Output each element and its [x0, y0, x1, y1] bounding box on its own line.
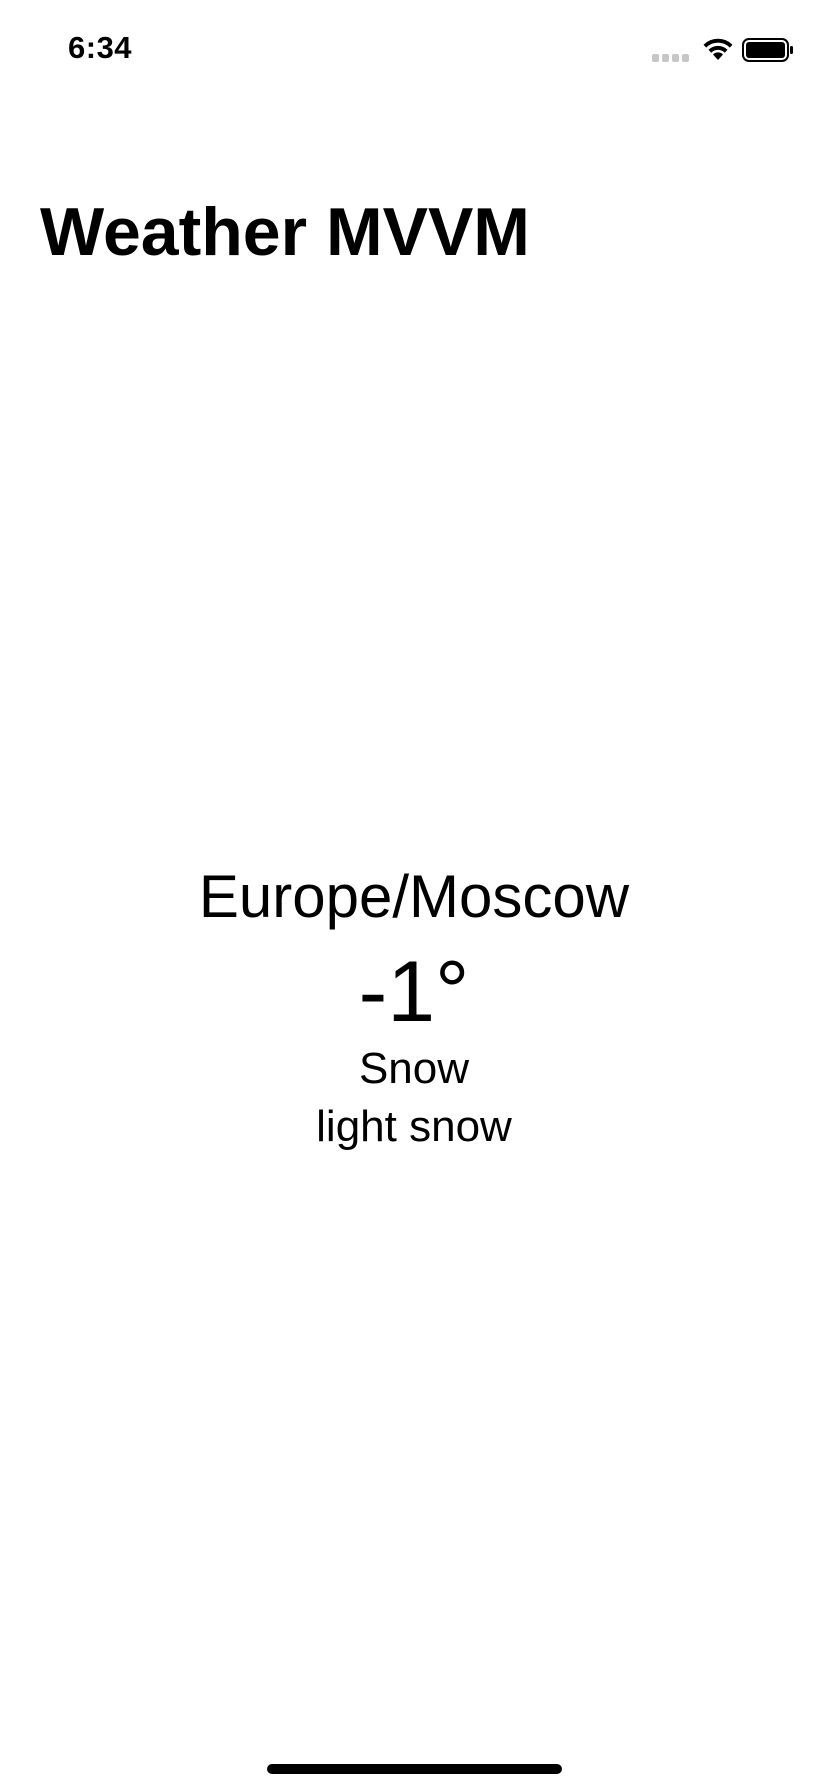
page-title: Weather MVVM: [40, 194, 530, 270]
temperature-label: -1°: [358, 944, 470, 1040]
status-bar: 6:34: [0, 0, 828, 100]
wifi-icon: [703, 38, 733, 60]
city-label: Europe/Moscow: [198, 863, 630, 930]
description-label: light snow: [316, 1102, 512, 1151]
cellular-signal-icon: [652, 52, 692, 62]
condition-label: Snow: [358, 1044, 470, 1093]
status-time: 6:34: [68, 30, 133, 65]
battery-icon: [742, 38, 793, 62]
home-indicator[interactable]: [267, 1764, 562, 1774]
